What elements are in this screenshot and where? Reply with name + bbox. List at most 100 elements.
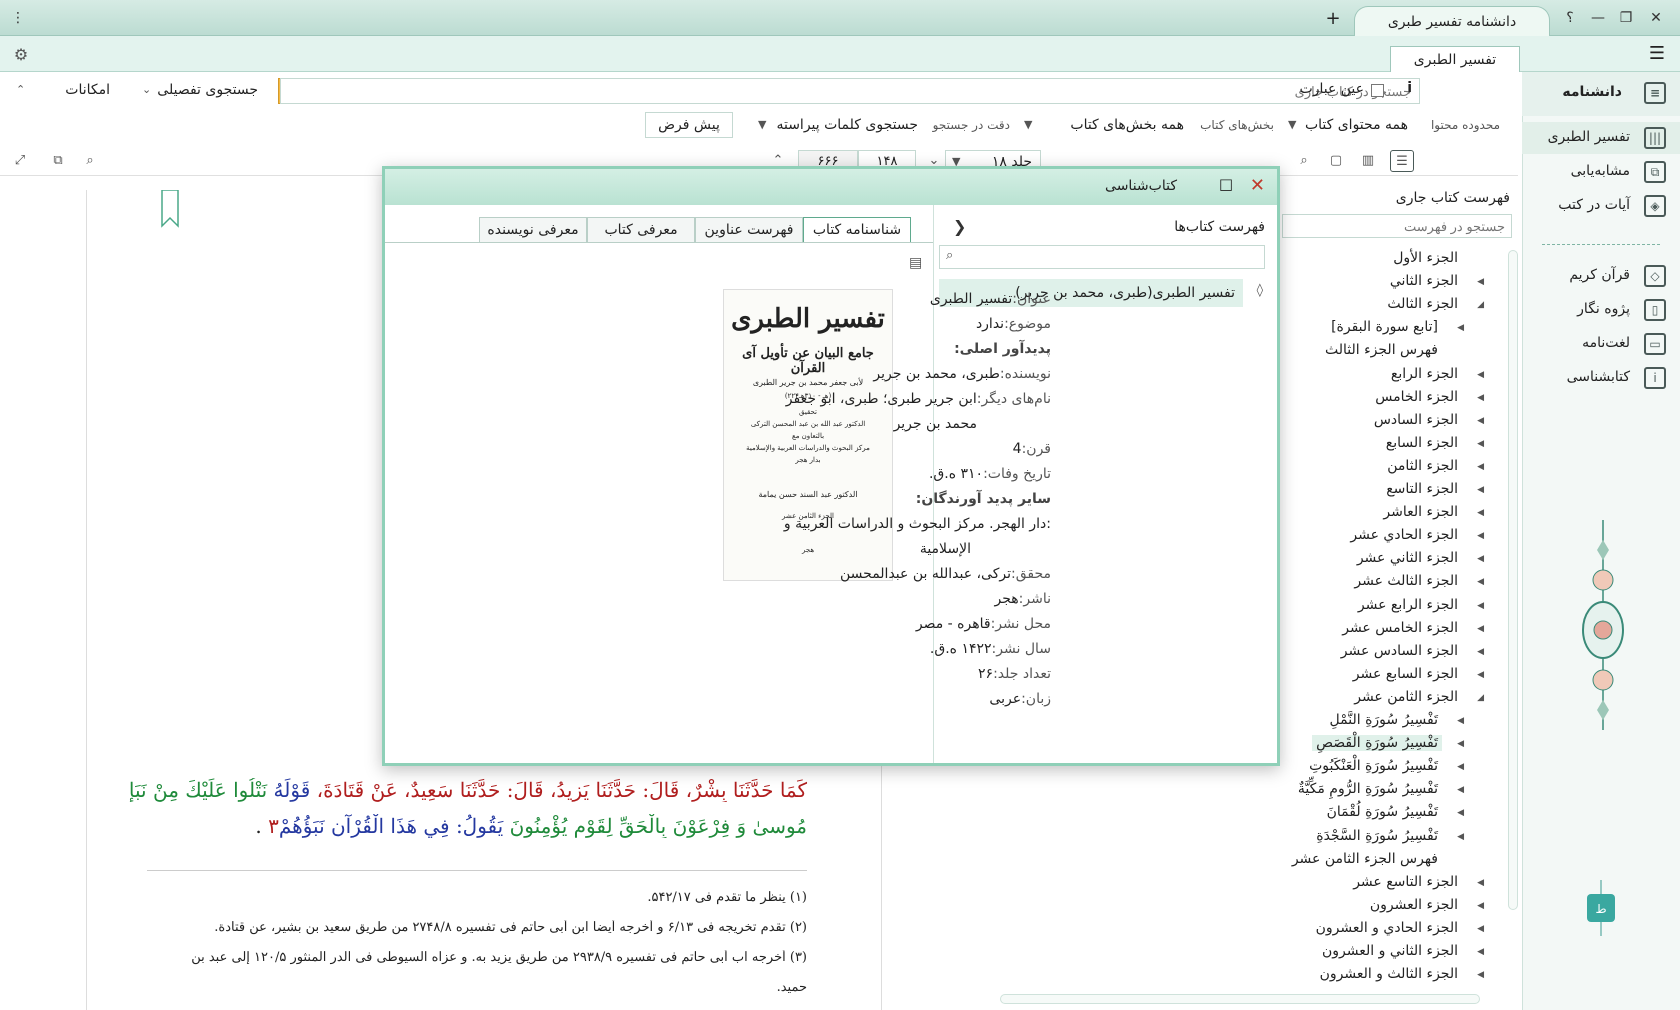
hamburger-menu-icon[interactable]: ☰ [1646,44,1668,64]
sidebar-item-verses[interactable]: آیات در کتب ◈ [1522,190,1680,222]
toc-item[interactable]: تَفْسِيرُ سُورَةِ الرُّومِ مَكِّيَّةٌ [1294,781,1442,797]
toc-item[interactable]: الجزء الحادي عشر [1346,527,1462,543]
toc-item[interactable]: الجزء الثامن عشر [1350,689,1462,705]
app-menu-icon[interactable]: ⋮ [6,6,30,30]
app-tab[interactable]: دانشنامه تفسیر طبری [1354,6,1550,36]
collapsed-arrow-icon[interactable]: ◀ [1457,323,1464,333]
collapsed-arrow-icon[interactable]: ◀ [1477,647,1484,657]
collapsed-arrow-icon[interactable]: ◀ [1457,808,1464,818]
sidebar-item-bibliography[interactable]: کتابشناسی i [1522,362,1680,394]
toc-item[interactable]: الجزء السادس عشر [1337,643,1462,659]
toc-item[interactable]: الجزء الخامس [1371,389,1462,405]
toc-item[interactable]: فهرس الجزء الثالث [1321,342,1442,358]
close-button[interactable]: ✕ [1644,6,1668,30]
toc-item[interactable]: الجزء التاسع [1382,481,1462,497]
toc-item[interactable]: الجزء الثالث عشر [1350,573,1462,589]
toc-item[interactable]: تَفْسِيرُ سُورَةِ الْعَنْكَبُوتِ [1305,758,1442,774]
toc-item[interactable]: الجزء الثاني [1386,273,1462,289]
toc-item[interactable]: تَفْسِيرُ سُورَةِ لُقْمَانَ [1323,804,1442,820]
tab-current-book[interactable]: تفسیر الطبری [1390,46,1520,72]
tab-author-intro[interactable]: معرفی نویسنده [479,217,587,243]
toc-item[interactable]: الجزء السادس [1370,412,1462,428]
search-icon[interactable]: ⌕ [78,150,102,172]
collapsed-arrow-icon[interactable]: ◀ [1477,462,1484,472]
tab-book-intro[interactable]: معرفی کتاب [587,217,695,243]
restore-button[interactable]: ❐ [1614,6,1638,30]
collapsed-arrow-icon[interactable]: ◀ [1477,901,1484,911]
toc-item[interactable]: الجزء الثاني و العشرون [1318,943,1462,959]
collapsed-arrow-icon[interactable]: ◀ [1477,416,1484,426]
sidebar-item-encyclopedia[interactable]: دانشنامه ≡ [1522,72,1680,116]
toc-item[interactable]: الجزء العاشر [1379,504,1462,520]
chevron-right-icon[interactable]: ❯ [953,217,966,236]
help-button[interactable]: ؟ [1558,6,1582,30]
collapsed-arrow-icon[interactable]: ◀ [1477,601,1484,611]
default-button[interactable]: پیش فرض [645,112,733,138]
facilities-dropdown[interactable]: امکانات ⌃ [10,76,128,104]
collapsed-arrow-icon[interactable]: ◀ [1477,277,1484,287]
toc-item[interactable]: الجزء الثالث و العشرون [1316,966,1462,982]
toc-search-input[interactable] [1282,214,1512,238]
collapsed-arrow-icon[interactable]: ◀ [1457,785,1464,795]
toc-item[interactable]: [تابع سورة البقرة] [1327,319,1442,335]
sections-select[interactable]: همه بخش‌های کتاب ▼ [1024,112,1194,138]
collapsed-arrow-icon[interactable]: ◀ [1477,970,1484,980]
collapsed-arrow-icon[interactable]: ◀ [1477,947,1484,957]
collapsed-arrow-icon[interactable]: ◀ [1457,739,1464,749]
toc-item[interactable]: تَفْسِيرُ سُورَةِ النَّمْلِ [1326,712,1442,728]
exact-phrase-checkbox[interactable] [1371,84,1384,97]
collapsed-arrow-icon[interactable]: ◀ [1457,716,1464,726]
scope-select[interactable]: همه محتوای کتاب ▼ [1288,112,1418,138]
collapsed-arrow-icon[interactable]: ◀ [1477,439,1484,449]
toc-item[interactable]: الجزء الثاني عشر [1353,550,1462,566]
search-input[interactable] [280,78,1420,104]
expanded-arrow-icon[interactable]: ◢ [1477,693,1484,703]
advanced-search-dropdown[interactable]: جستجوی تفصیلی ⌄ [140,76,270,104]
toc-item[interactable]: الجزء الحادي و العشرون [1312,920,1462,936]
books-search-input[interactable]: ⌕ [939,245,1265,269]
toc-item[interactable]: تَفْسِيرُ سُورَةِ الْقَصَصِ [1312,735,1442,751]
collapsed-arrow-icon[interactable]: ◀ [1477,624,1484,634]
collapsed-arrow-icon[interactable]: ◀ [1477,485,1484,495]
sidebar-item-similar[interactable]: مشابه‌یابی ⧉ [1522,156,1680,188]
compare-icon[interactable]: ⧉ [46,150,70,172]
collapsed-arrow-icon[interactable]: ◀ [1457,832,1464,842]
collapsed-arrow-icon[interactable]: ◀ [1477,577,1484,587]
collapsed-arrow-icon[interactable]: ◀ [1477,531,1484,541]
tab-toc[interactable]: فهرست عناوین [695,217,803,243]
gear-icon[interactable]: ⚙ [10,44,32,66]
search-icon[interactable]: ⌕ [1292,150,1316,172]
collapsed-arrow-icon[interactable]: ◀ [1477,670,1484,680]
toc-item[interactable]: الجزء الأول [1389,250,1462,266]
collapsed-arrow-icon[interactable]: ◀ [1477,924,1484,934]
bookmark-icon[interactable] [160,190,180,228]
toc-item[interactable]: الجزء الخامس عشر [1338,620,1462,636]
info-icon[interactable]: i [1407,80,1412,96]
minimize-button[interactable]: — [1586,6,1610,30]
toc-item[interactable]: الجزء العشرون [1366,897,1462,913]
dialog-title-bar[interactable]: کتاب‌شناسی □ ✕ [385,169,1277,205]
toc-horizontal-scrollbar[interactable] [1000,994,1480,1004]
toc-item[interactable]: الجزء السابع [1382,435,1462,451]
toc-item[interactable]: الجزء التاسع عشر [1349,874,1462,890]
maximize-icon[interactable]: □ [1219,175,1233,193]
collapsed-arrow-icon[interactable]: ◀ [1477,878,1484,888]
book-view-icon[interactable]: ▥ [1356,150,1380,172]
toc-item[interactable]: فهرس الجزء الثامن عشر [1288,851,1442,867]
toc-item[interactable]: الجزء الرابع عشر [1354,597,1462,613]
expanded-arrow-icon[interactable]: ◢ [1477,300,1484,310]
collapsed-arrow-icon[interactable]: ◀ [1477,508,1484,518]
expand-icon[interactable]: ⤢ [8,150,32,172]
list-view-icon[interactable]: ☰ [1390,150,1414,172]
document-icon[interactable]: ▤ [909,255,922,271]
add-tab-button[interactable]: + [1322,8,1344,30]
sidebar-item-notebook[interactable]: پژوه نگار ▯ [1522,294,1680,326]
pane-divider[interactable] [933,205,934,763]
toc-vertical-scrollbar[interactable] [1508,250,1518,910]
close-icon[interactable]: ✕ [1250,175,1265,196]
collapsed-arrow-icon[interactable]: ◀ [1457,762,1464,772]
collapsed-arrow-icon[interactable]: ◀ [1477,554,1484,564]
collapsed-arrow-icon[interactable]: ◀ [1477,393,1484,403]
sidebar-item-tafsir[interactable]: تفسیر الطبری ||| [1522,122,1680,154]
toc-item[interactable]: الجزء الثامن [1383,458,1462,474]
